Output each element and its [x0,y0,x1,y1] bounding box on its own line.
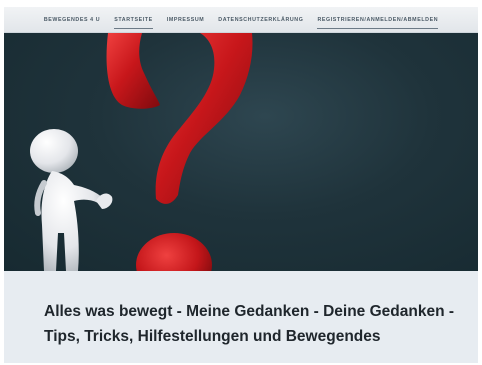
nav-item-impressum[interactable]: IMPRESSUM [160,7,211,33]
headline-section: Alles was bewegt - Meine Gedanken - Dein… [4,271,478,363]
nav-item-registrieren[interactable]: REGISTRIEREN/ANMELDEN/ABMELDEN [310,7,445,33]
question-mark-shape [106,33,253,271]
page-headline: Alles was bewegt - Meine Gedanken - Dein… [44,303,455,345]
page: BEWEGENDES 4 U STARTSEITE IMPRESSUM DATE… [4,7,478,363]
hero-illustration [30,33,253,271]
nav-item-site-title[interactable]: BEWEGENDES 4 U [37,7,107,33]
nav-item-datenschutz[interactable]: DATENSCHUTZERKLÄRUNG [211,7,310,33]
figure-shape [30,129,113,271]
hero-image [4,33,478,271]
nav-item-startseite[interactable]: STARTSEITE [107,7,160,33]
top-navigation: BEWEGENDES 4 U STARTSEITE IMPRESSUM DATE… [4,7,478,33]
